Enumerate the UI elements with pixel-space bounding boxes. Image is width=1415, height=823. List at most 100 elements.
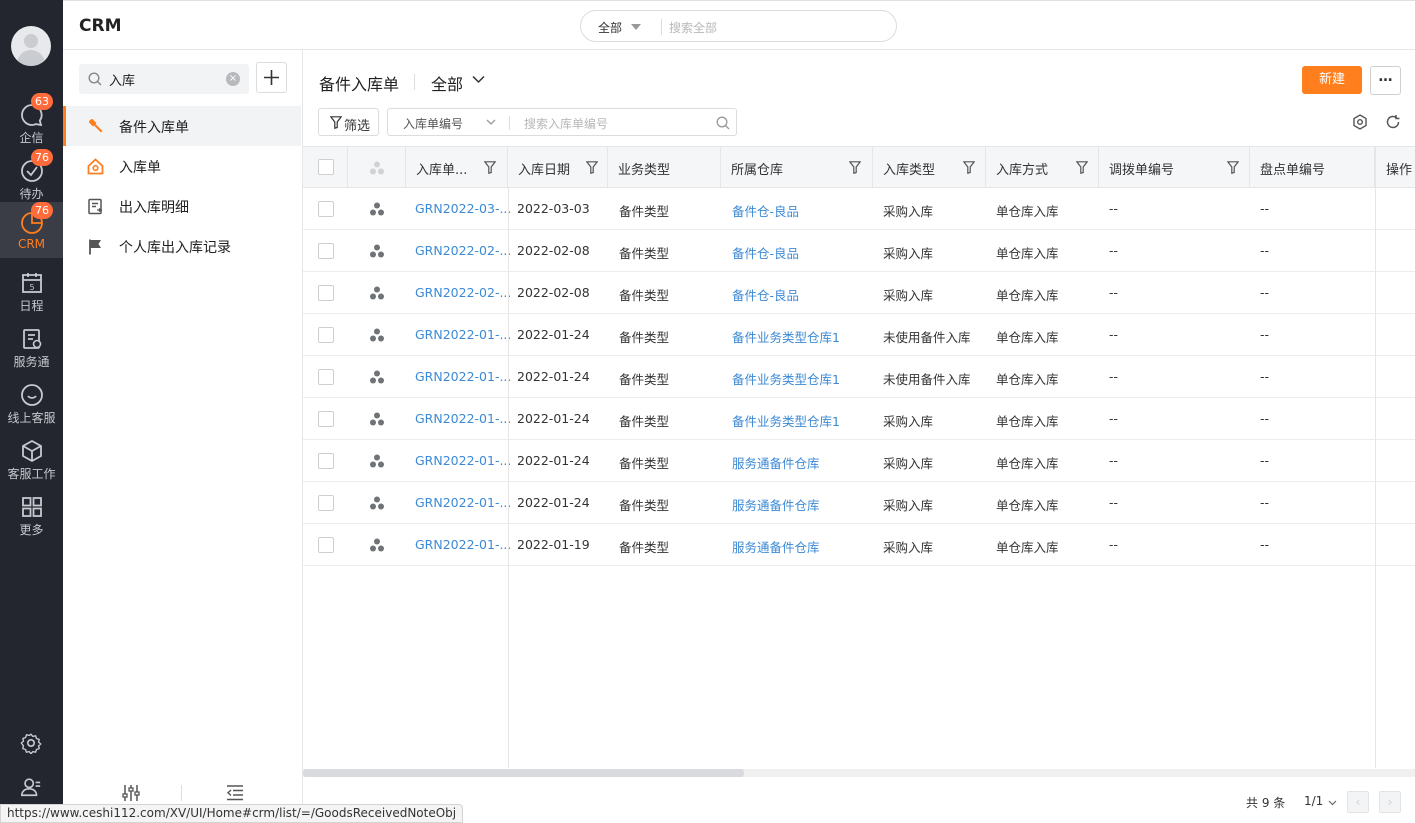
record-link[interactable]: GRN2022-02-... [415,243,511,258]
warehouse-link[interactable]: 服务通备件仓库 [732,537,820,556]
global-search-input[interactable]: 搜索全部 [669,19,717,36]
row-checkbox[interactable] [318,411,334,427]
rail-item-support-work[interactable]: 客服工作 [0,432,63,488]
record-link[interactable]: GRN2022-01-... [415,537,511,552]
filter-icon[interactable] [1076,161,1088,174]
warehouse-link[interactable]: 备件仓-良品 [732,285,799,304]
warehouse-link[interactable]: 服务通备件仓库 [732,453,820,472]
chevron-down-icon[interactable] [486,119,496,126]
select-all-checkbox[interactable] [318,159,334,175]
sliders-icon[interactable] [121,784,141,802]
column-label: 入库单... [416,163,468,178]
column-header[interactable]: 入库类型 [873,147,986,188]
scrollbar-thumb[interactable] [303,769,744,777]
record-link[interactable]: GRN2022-03-... [415,201,511,216]
column-header[interactable]: 调拨单编号 [1099,147,1250,188]
table-row[interactable]: GRN2022-02-... 2022-02-08 备件类型 备件仓-良品 采购入库 单仓… [303,230,1415,272]
record-link[interactable]: GRN2022-02-... [415,285,511,300]
warehouse-link[interactable]: 备件业务类型仓库1 [732,369,840,388]
people-icon [370,328,384,342]
horizontal-scrollbar[interactable] [303,769,1415,777]
search-scope-select[interactable]: 全部 [598,19,622,36]
record-link[interactable]: GRN2022-01-... [415,369,511,384]
menu-item-personal-stock-log[interactable]: 个人库出入库记录 [63,226,301,266]
rail-item-online-support[interactable]: 线上客服 [0,376,63,432]
collapse-menu-icon[interactable] [226,785,244,801]
column-settings-icon[interactable] [1352,114,1368,130]
table-cell: 单仓库入库 [996,414,1059,429]
rail-item-messages[interactable]: 63 企信 [0,93,63,152]
warehouse-link[interactable]: 备件仓-良品 [732,201,799,220]
record-search-input[interactable]: 搜索入库单编号 [524,115,608,132]
row-checkbox[interactable] [318,537,334,553]
filter-icon[interactable] [586,161,598,174]
row-checkbox[interactable] [318,327,334,343]
warehouse-link[interactable]: 备件仓-良品 [732,243,799,262]
row-checkbox[interactable] [318,495,334,511]
filter-icon[interactable] [1227,161,1239,174]
column-header[interactable]: 入库单... [406,147,508,188]
table-cell: -- [1109,369,1119,384]
add-menu-button[interactable] [256,62,287,93]
divider [508,188,509,768]
record-link[interactable]: GRN2022-01-... [415,495,511,510]
chevron-down-icon[interactable] [1328,800,1337,806]
warehouse-link[interactable]: 备件业务类型仓库1 [732,327,840,346]
table-row[interactable]: GRN2022-01-... 2022-01-24 备件类型 服务通备件仓库 采购入库 单… [303,440,1415,482]
record-link[interactable]: GRN2022-01-... [415,327,511,342]
table-cell: 备件类型 [619,288,670,303]
view-select[interactable]: 全部 [431,71,463,95]
record-link[interactable]: GRN2022-01-... [415,453,511,468]
table-row[interactable]: GRN2022-01-... 2022-01-24 备件类型 备件业务类型仓库1 未使用… [303,356,1415,398]
filter-icon[interactable] [849,161,861,174]
rail-item-crm[interactable]: 76 CRM [0,202,63,258]
rail-item-todo[interactable]: 76 待办 [0,149,63,208]
menu-item-inout-detail[interactable]: 出入库明细 [63,186,301,226]
row-checkbox[interactable] [318,369,334,385]
column-header[interactable]: 业务类型 [608,147,721,188]
prev-page-button[interactable]: ‹ [1347,791,1369,813]
chevron-down-icon[interactable] [472,75,485,84]
caret-down-icon[interactable] [631,24,641,30]
table-row[interactable]: GRN2022-02-... 2022-02-08 备件类型 备件仓-良品 采购入库 单仓… [303,272,1415,314]
column-header[interactable]: 所属仓库 [721,147,873,188]
table-row[interactable]: GRN2022-03-... 2022-03-03 备件类型 备件仓-良品 采购入库 单仓… [303,188,1415,230]
refresh-icon[interactable] [1385,114,1401,130]
global-search[interactable]: 全部 搜索全部 [580,10,897,42]
menu-item-spare-receipt[interactable]: 备件入库单 [63,106,301,146]
row-checkbox[interactable] [318,285,334,301]
filter-button[interactable]: 筛选 [318,108,379,136]
page-indicator[interactable]: 1/1 [1304,794,1323,808]
warehouse-link[interactable]: 服务通备件仓库 [732,495,820,514]
record-link[interactable]: GRN2022-01-... [415,411,511,426]
rail-item-more[interactable]: 更多 [0,488,63,544]
settings-icon[interactable] [20,732,42,754]
user-profile-icon[interactable] [20,776,42,798]
table-row[interactable]: GRN2022-01-... 2022-01-24 备件类型 服务通备件仓库 采购入库 单… [303,482,1415,524]
menu-item-receipt[interactable]: 入库单 [63,146,301,186]
table-row[interactable]: GRN2022-01-... 2022-01-24 备件类型 备件业务类型仓库1 采购入… [303,398,1415,440]
rail-item-service[interactable]: 服务通 [0,320,63,376]
rail-item-label: 线上客服 [7,411,56,425]
avatar[interactable] [11,26,51,66]
new-button[interactable]: 新建 [1302,66,1362,94]
menu-search-input[interactable]: 入库 × [79,64,249,94]
table-row[interactable]: GRN2022-01-... 2022-01-24 备件类型 备件业务类型仓库1 未使用… [303,314,1415,356]
search-field-select[interactable]: 入库单编号 [403,115,463,132]
record-search[interactable]: 入库单编号 搜索入库单编号 [387,108,737,136]
more-actions-button[interactable]: … [1370,66,1401,95]
row-checkbox[interactable] [318,201,334,217]
filter-icon[interactable] [963,161,975,174]
table-row[interactable]: GRN2022-01-... 2022-01-19 备件类型 服务通备件仓库 采购入库 单… [303,524,1415,566]
filter-icon[interactable] [484,161,496,174]
row-checkbox[interactable] [318,243,334,259]
clear-icon[interactable]: × [226,72,240,86]
rail-item-calendar[interactable]: 5 日程 [0,264,63,320]
column-header[interactable]: 盘点单编号 [1250,147,1375,188]
next-page-button[interactable]: › [1379,791,1401,813]
warehouse-link[interactable]: 备件业务类型仓库1 [732,411,840,430]
search-icon[interactable] [716,116,730,130]
column-header[interactable]: 入库方式 [986,147,1099,188]
row-checkbox[interactable] [318,453,334,469]
column-header[interactable]: 入库日期 [508,147,608,188]
